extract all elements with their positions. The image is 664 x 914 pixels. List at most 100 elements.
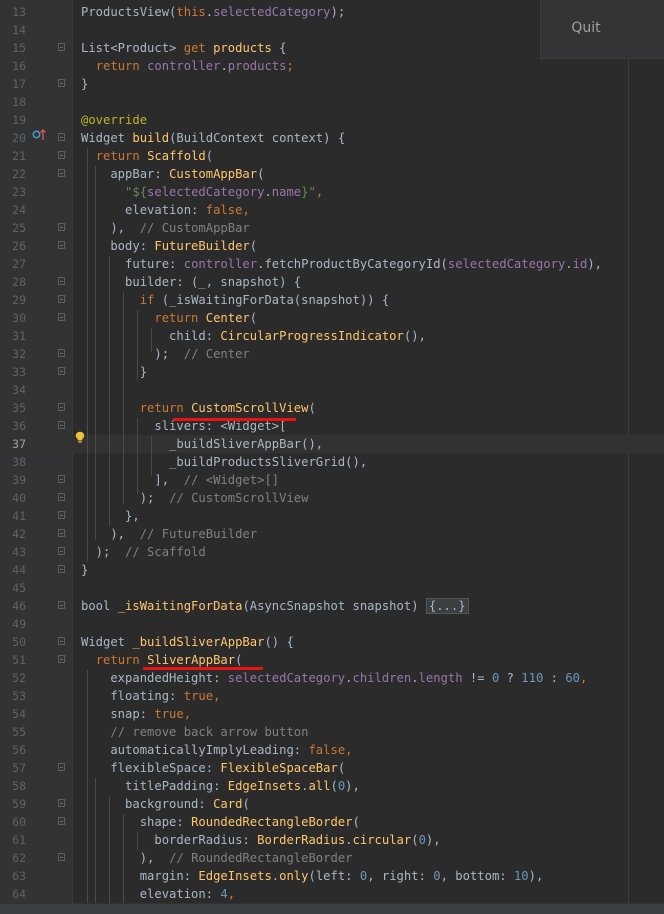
fold-marker-icon[interactable] (58, 169, 65, 177)
code-token: // <Widget>[] (183, 473, 280, 487)
code-line[interactable]: 21 return Scaffold( (0, 147, 664, 165)
line-number: 61 (12, 833, 26, 847)
code-line[interactable]: 38 _buildProductsSliverGrid(), (0, 453, 664, 471)
code-line[interactable]: 19 @override (0, 111, 664, 129)
code-token: margin: (81, 869, 199, 883)
code-line[interactable]: 45 (0, 579, 664, 597)
fold-marker-icon[interactable] (58, 79, 65, 87)
code-line[interactable]: 18 (0, 93, 664, 111)
code-line[interactable]: 35 return CustomScrollView( (0, 399, 664, 417)
code-text: @override (81, 111, 147, 129)
fold-marker-icon[interactable] (58, 547, 65, 555)
code-line[interactable]: 27 future: controller.fetchProductByCate… (0, 255, 664, 273)
code-line[interactable]: 16 return controller.products; (0, 57, 664, 75)
code-line[interactable]: 57 flexibleSpace: FlexibleSpaceBar( (0, 759, 664, 777)
code-line[interactable]: 62 ), // RoundedRectangleBorder (0, 849, 664, 867)
code-line[interactable]: 52 expandedHeight: selectedCategory.chil… (0, 669, 664, 687)
code-editor[interactable]: 13 ProductsView(this.selectedCategory); 14… (0, 0, 664, 903)
fold-marker-icon[interactable] (58, 151, 65, 159)
fold-marker-icon[interactable] (58, 223, 65, 231)
fold-marker-icon[interactable] (58, 799, 65, 807)
code-line[interactable]: 54 snap: true, (0, 705, 664, 723)
fold-marker-icon[interactable] (58, 277, 65, 285)
code-line[interactable]: 58 titlePadding: EdgeInsets.all(0), (0, 777, 664, 795)
code-line[interactable]: 26 body: FutureBuilder( (0, 237, 664, 255)
code-text: snap: true, (81, 705, 191, 723)
code-line[interactable]: 22 appBar: CustomAppBar( (0, 165, 664, 183)
code-token: titlePadding: (81, 779, 228, 793)
fold-marker-icon[interactable] (58, 529, 65, 537)
fold-marker-icon[interactable] (58, 601, 65, 609)
code-line[interactable]: 33 } (0, 363, 664, 381)
code-line[interactable]: 39 ], // <Widget>[] (0, 471, 664, 489)
code-text: } (81, 75, 88, 93)
code-line[interactable]: 44} (0, 561, 664, 579)
code-line[interactable]: 31 child: CircularProgressIndicator(), (0, 327, 664, 345)
code-line[interactable]: 20 Widget build(BuildContext context) { (0, 129, 664, 147)
code-line[interactable]: 41 }, (0, 507, 664, 525)
fold-marker-icon[interactable] (58, 295, 65, 303)
fold-marker-icon[interactable] (58, 349, 65, 357)
code-token: CustomAppBar (169, 167, 258, 181)
fold-marker-icon[interactable] (58, 637, 65, 645)
code-line[interactable]: 32 ); // Center (0, 345, 664, 363)
fold-marker-icon[interactable] (58, 763, 65, 771)
code-line[interactable]: 28 builder: (_, snapshot) { (0, 273, 664, 291)
code-line[interactable]: 55 // remove back arrow button (0, 723, 664, 741)
fold-marker-icon[interactable] (58, 655, 65, 663)
code-token: children (352, 671, 412, 685)
fold-marker-icon[interactable] (58, 241, 65, 249)
fold-marker-icon[interactable] (58, 853, 65, 861)
override-gutter-icon[interactable] (32, 129, 48, 143)
fold-marker-icon[interactable] (58, 493, 65, 501)
fold-marker-icon[interactable] (58, 43, 65, 51)
code-line[interactable]: 53 floating: true, (0, 687, 664, 705)
fold-marker-icon[interactable] (58, 511, 65, 519)
code-line[interactable]: 42 ), // FutureBuilder (0, 525, 664, 543)
fold-marker-icon[interactable] (58, 367, 65, 375)
code-text: ), // RoundedRectangleBorder (81, 849, 353, 867)
fold-marker-icon[interactable] (58, 133, 65, 141)
code-line[interactable]: 34 (0, 381, 664, 399)
line-number: 37 (12, 437, 26, 451)
line-number: 43 (12, 545, 26, 559)
code-line[interactable]: 46 bool _isWaitingForData(AsyncSnapshot s… (0, 597, 664, 615)
code-text: return controller.products; (81, 57, 294, 75)
code-line[interactable]: 37 _buildSliverAppBar(), (0, 435, 664, 453)
code-line[interactable]: 36 slivers: <Widget>[ (0, 417, 664, 435)
quit-button[interactable]: Quit (541, 20, 631, 36)
fold-marker-icon[interactable] (58, 565, 65, 573)
code-line[interactable]: 29 if (_isWaitingForData(snapshot)) { (0, 291, 664, 309)
line-number: 52 (12, 671, 26, 685)
indent-guide (95, 778, 96, 903)
code-line[interactable]: 49 (0, 615, 664, 633)
code-line[interactable]: 60 shape: RoundedRectangleBorder( (0, 813, 664, 831)
code-line[interactable]: 30 return Center( (0, 309, 664, 327)
code-line[interactable]: 61 borderRadius: BorderRadius.circular(0… (0, 831, 664, 849)
code-line[interactable]: 56 automaticallyImplyLeading: false, (0, 741, 664, 759)
folded-code-region[interactable]: {...} (425, 598, 469, 614)
code-line[interactable]: 43 ); // Scaffold (0, 543, 664, 561)
code-token: ( (235, 653, 243, 667)
code-line[interactable]: 23 "${selectedCategory.name}", (0, 183, 664, 201)
fold-marker-icon[interactable] (58, 313, 65, 321)
code-line[interactable]: 64 elevation: 4, (0, 885, 664, 903)
code-token: .fetchProductByCategoryId( (257, 257, 448, 271)
fold-marker-icon[interactable] (58, 421, 65, 429)
fold-marker-icon[interactable] (58, 475, 65, 483)
code-line[interactable]: 50 Widget _buildSliverAppBar() { (0, 633, 664, 651)
lightbulb-icon[interactable] (74, 431, 86, 443)
line-number: 49 (12, 617, 26, 631)
code-line[interactable]: 51 return SliverAppBar( (0, 651, 664, 669)
code-line[interactable]: 63 margin: EdgeInsets.only(left: 0, righ… (0, 867, 664, 885)
code-line[interactable]: 24 elevation: false, (0, 201, 664, 219)
code-line[interactable]: 17} (0, 75, 664, 93)
code-line[interactable]: 40 ); // CustomScrollView (0, 489, 664, 507)
quit-panel[interactable]: Quit (540, 0, 664, 59)
code-line[interactable]: 25 ), // CustomAppBar (0, 219, 664, 237)
fold-marker-icon[interactable] (58, 817, 65, 825)
fold-marker-icon[interactable] (58, 403, 65, 411)
code-line[interactable]: 59 background: Card( (0, 795, 664, 813)
code-text: body: FutureBuilder( (81, 237, 257, 255)
